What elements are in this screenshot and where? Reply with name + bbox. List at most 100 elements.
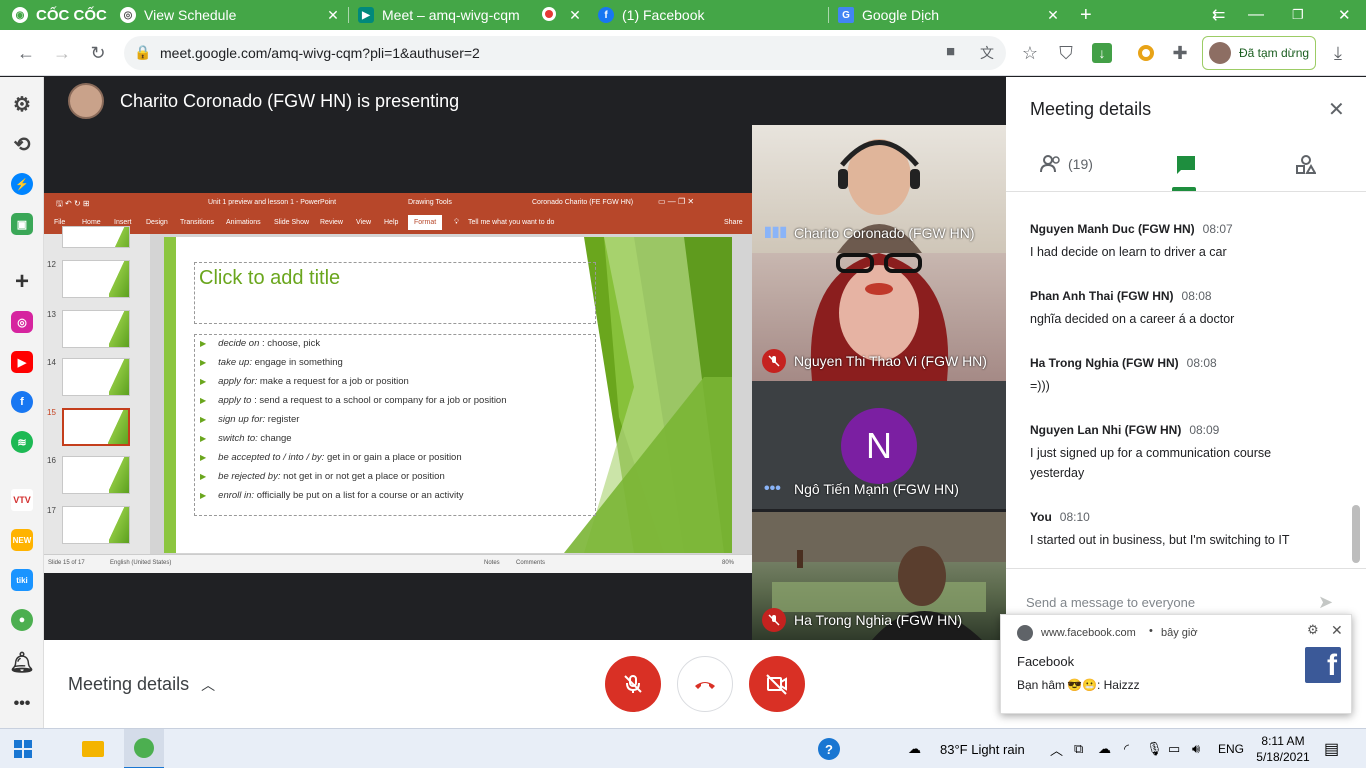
slide-thumbnail[interactable] xyxy=(62,358,130,396)
tab-chat[interactable] xyxy=(1176,155,1196,178)
tab-facebook[interactable]: f (1) Facebook xyxy=(590,0,828,30)
ppt-tab-slide-show[interactable]: Slide Show xyxy=(274,219,309,226)
restore-icon[interactable]: ❐ xyxy=(1284,0,1310,30)
game-controller-icon[interactable]: ▣ xyxy=(11,213,33,235)
downloads-icon[interactable]: ⤓ xyxy=(1324,39,1352,67)
title-placeholder[interactable]: Click to add title xyxy=(194,262,596,324)
weather-cloud-icon[interactable]: ☁ xyxy=(908,729,921,768)
ppt-tab-review[interactable]: Review xyxy=(320,219,343,226)
participant-tile[interactable]: ▮▮▮ Charito Coronado (FGW HN) xyxy=(752,125,1006,253)
shield-icon[interactable]: ⛉ xyxy=(1052,39,1080,67)
participant-tile[interactable]: N ••• Ngô Tiến Mạnh (FGW HN) xyxy=(752,381,1006,509)
volume-icon[interactable]: 🔊︎ xyxy=(1192,729,1200,768)
bookmark-star-icon[interactable]: ☆ xyxy=(1016,39,1044,67)
onedrive-icon[interactable]: ☁ xyxy=(1098,729,1111,768)
coccoc-game-icon[interactable]: NEW xyxy=(11,529,33,551)
ppt-tab-view[interactable]: View xyxy=(356,219,371,226)
new-tab-button[interactable]: + xyxy=(1072,0,1098,30)
tab-meet[interactable]: ▶ Meet – amq-wivg-cqm ✕ xyxy=(350,0,590,30)
slide-thumbnail[interactable] xyxy=(62,456,130,494)
tab-search-icon[interactable]: ⇇ xyxy=(1204,0,1230,30)
leave-call-button[interactable] xyxy=(677,656,733,712)
spotify-icon[interactable]: ≋ xyxy=(11,431,33,453)
ppt-tab-transitions[interactable]: Transitions xyxy=(180,219,214,226)
settings-gear-icon[interactable]: ⚙ xyxy=(11,93,33,116)
slide-thumbnail[interactable] xyxy=(62,226,130,248)
extension-ring-icon[interactable] xyxy=(1132,39,1160,67)
tab-google-translate[interactable]: G Google Dịch ✕ xyxy=(830,0,1068,30)
participant-tile[interactable]: Ha Trong Nghia (FGW HN) xyxy=(752,512,1006,640)
slide-thumbnail[interactable] xyxy=(62,310,130,348)
forward-arrow-icon[interactable]: → xyxy=(48,39,76,67)
close-tab-icon[interactable]: ✕ xyxy=(1044,6,1062,24)
chevron-up-icon[interactable]: ︿ xyxy=(1050,729,1063,768)
reload-icon[interactable]: ↻ xyxy=(84,39,112,67)
history-icon[interactable]: ⟲ xyxy=(11,133,33,156)
microphone-icon[interactable]: 🎙︎ xyxy=(1146,729,1163,768)
battery-icon[interactable]: ▭ xyxy=(1168,729,1180,768)
download-arrow-icon[interactable]: ↓ xyxy=(1088,39,1116,67)
tiki-icon[interactable]: tiki xyxy=(11,569,33,591)
camera-toggle-button[interactable] xyxy=(749,656,805,712)
ppt-tab-animations[interactable]: Animations xyxy=(226,219,261,226)
notification-settings-gear-icon[interactable]: ⚙ xyxy=(1307,622,1319,638)
ppt-tab-format[interactable]: Format xyxy=(408,215,443,230)
profile-button[interactable]: Đã tạm dừng xyxy=(1202,36,1316,70)
tab-people[interactable]: (19) xyxy=(1040,155,1093,173)
mic-toggle-button[interactable] xyxy=(605,656,661,712)
close-window-icon[interactable]: ✕ xyxy=(1330,0,1356,30)
camera-icon[interactable]: ■ xyxy=(946,43,955,60)
ppt-share[interactable]: Share xyxy=(724,219,743,226)
action-center-icon[interactable]: ▤ xyxy=(1324,729,1339,768)
windows-start-icon[interactable] xyxy=(14,729,32,768)
close-tab-icon[interactable]: ✕ xyxy=(324,6,342,24)
slide-thumbnail-selected[interactable] xyxy=(62,408,130,446)
ppt-comments-button[interactable]: Comments xyxy=(516,560,545,566)
send-icon[interactable]: ➤ xyxy=(1318,592,1333,613)
clock[interactable]: 8:11 AM 5/18/2021 xyxy=(1256,733,1310,765)
weather-text[interactable]: 83°F Light rain xyxy=(940,729,1025,768)
chat-scrollbar[interactable] xyxy=(1352,505,1360,563)
ppt-tab-insert[interactable]: Insert xyxy=(114,219,132,226)
ppt-tell-me[interactable]: Tell me what you want to do xyxy=(468,219,554,226)
address-bar[interactable]: 🔒 meet.google.com/amq-wivg-cqm?pli=1&aut… xyxy=(124,36,1006,70)
translate-icon[interactable]: 文 xyxy=(980,43,994,63)
messenger-icon[interactable]: ⚡ xyxy=(11,173,33,195)
facebook-icon[interactable]: f xyxy=(11,391,33,413)
help-icon[interactable]: ? xyxy=(818,729,840,768)
wifi-icon[interactable]: ◜ xyxy=(1124,729,1129,768)
tab-view-schedule[interactable]: ◎ View Schedule ✕ xyxy=(112,0,348,30)
facebook-notification[interactable]: www.facebook.com • bây giờ ⚙ ✕ Facebook … xyxy=(1000,614,1352,714)
chat-input[interactable]: Send a message to everyone xyxy=(1026,595,1195,610)
notifications-bell-icon[interactable]: 🔔︎ xyxy=(9,651,34,674)
ppt-tab-file[interactable]: File xyxy=(54,219,65,226)
add-icon[interactable]: + xyxy=(11,268,33,295)
meet-now-icon[interactable]: ⧉ xyxy=(1074,729,1083,768)
tab-activities[interactable] xyxy=(1296,155,1317,178)
ppt-slide[interactable]: Click to add title ▶ decide on : choose, … xyxy=(164,237,732,553)
meeting-details-toggle[interactable]: Meeting details ︿ xyxy=(68,674,215,695)
slide-thumbnail[interactable] xyxy=(62,506,130,544)
notification-close-icon[interactable]: ✕ xyxy=(1331,622,1343,639)
coccoc-logo[interactable]: ◉ CỐC CỐC xyxy=(4,0,112,30)
close-panel-icon[interactable]: ✕ xyxy=(1328,97,1345,122)
file-explorer-icon[interactable] xyxy=(82,729,104,768)
back-arrow-icon[interactable]: ← xyxy=(12,39,40,67)
shared-screen-powerpoint[interactable]: 🖫 ↶ ↻ ⊞ Unit 1 preview and lesson 1 - Po… xyxy=(44,193,752,573)
vtv-go-icon[interactable]: VTV xyxy=(11,489,33,511)
participant-tile[interactable]: Nguyen Thi Thao Vi (FGW HN) xyxy=(752,253,1006,381)
close-tab-icon[interactable]: ✕ xyxy=(566,6,584,24)
coccoc-taskbar-icon[interactable] xyxy=(124,729,164,768)
minimize-icon[interactable]: — xyxy=(1240,0,1266,30)
more-options-icon[interactable]: ••• xyxy=(11,693,33,715)
ppt-notes-button[interactable]: Notes xyxy=(484,560,500,566)
ppt-tab-design[interactable]: Design xyxy=(146,219,168,226)
instagram-icon[interactable]: ◎ xyxy=(11,311,33,333)
ppt-zoom-level[interactable]: 80% xyxy=(722,560,734,566)
ppt-tab-home[interactable]: Home xyxy=(82,219,101,226)
ppt-tab-help[interactable]: Help xyxy=(384,219,398,226)
slide-thumbnail[interactable] xyxy=(62,260,130,298)
url-text[interactable]: meet.google.com/amq-wivg-cqm?pli=1&authu… xyxy=(160,45,480,61)
extensions-puzzle-icon[interactable]: ✚ xyxy=(1166,39,1194,67)
coccoc-extension-icon[interactable]: ● xyxy=(11,609,33,631)
